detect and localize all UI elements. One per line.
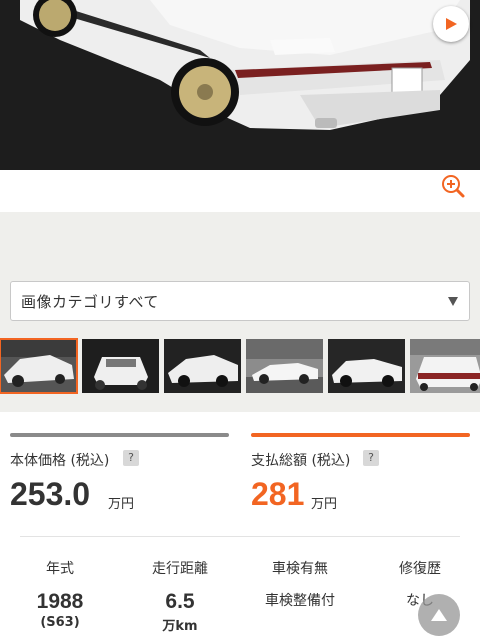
body-price-help-icon[interactable]: ? — [123, 450, 139, 466]
total-price-label: 支払総額 (税込) — [251, 453, 351, 469]
spec-year: 年式 1988 (S63) — [5, 558, 115, 630]
zoom-in-icon[interactable] — [440, 173, 466, 199]
thumbnail-2[interactable] — [82, 339, 159, 393]
spec-repair-head: 修復歴 — [399, 561, 441, 577]
spec-year-value: 1988 — [36, 590, 84, 613]
play-icon — [446, 18, 457, 30]
spec-mileage: 走行距離 6.5 万km — [125, 558, 235, 634]
total-price-unit: 万円 — [311, 497, 338, 512]
spec-mileage-head: 走行距離 — [152, 561, 208, 577]
gallery-panel: 画像カテゴリすべて — [0, 212, 480, 412]
thumbnail-strip[interactable] — [0, 338, 480, 394]
total-price-help-icon[interactable]: ? — [363, 450, 379, 466]
spec-mileage-unit: 万km — [162, 619, 198, 634]
total-price-bar — [251, 433, 470, 437]
body-price-label: 本体価格 (税込) — [10, 453, 110, 469]
scroll-to-top-button[interactable] — [418, 594, 460, 636]
body-price-bar — [10, 433, 229, 437]
spec-year-era: (S63) — [40, 615, 80, 630]
spec-inspection-value: 車検整備付 — [265, 593, 335, 609]
thumbnail-6[interactable] — [410, 339, 480, 393]
spec-repair: 修復歴 なし — [365, 558, 475, 610]
spec-inspection-head: 車検有無 — [272, 561, 328, 577]
thumbnail-5[interactable] — [328, 339, 405, 393]
total-price-value: 281 — [251, 476, 305, 512]
divider — [20, 536, 460, 537]
body-price-unit: 万円 — [108, 497, 135, 512]
play-video-button[interactable] — [433, 6, 469, 42]
price-section: 本体価格 (税込) ? 253.0 万円 支払総額 (税込) ? 281 万円 … — [0, 412, 480, 642]
main-car-photo[interactable] — [0, 0, 480, 190]
page: 画像カテゴリすべて 本体価格 (税込) ? 253.0 万円 支払総額 (税込)… — [0, 0, 480, 642]
photo-toolbar — [0, 170, 480, 212]
image-category-label: 画像カテゴリすべて — [21, 292, 159, 311]
body-price-value: 253.0 — [10, 476, 91, 512]
arrow-up-icon — [431, 609, 447, 621]
spec-mileage-value: 6.5 — [165, 590, 195, 613]
spec-inspection: 車検有無 車検整備付 — [245, 558, 355, 610]
image-category-select[interactable]: 画像カテゴリすべて — [10, 281, 470, 321]
thumbnail-4[interactable] — [246, 339, 323, 393]
spec-year-head: 年式 — [46, 561, 74, 577]
thumbnail-1[interactable] — [0, 338, 78, 394]
thumbnail-3[interactable] — [164, 339, 241, 393]
caret-down-icon — [448, 297, 458, 306]
